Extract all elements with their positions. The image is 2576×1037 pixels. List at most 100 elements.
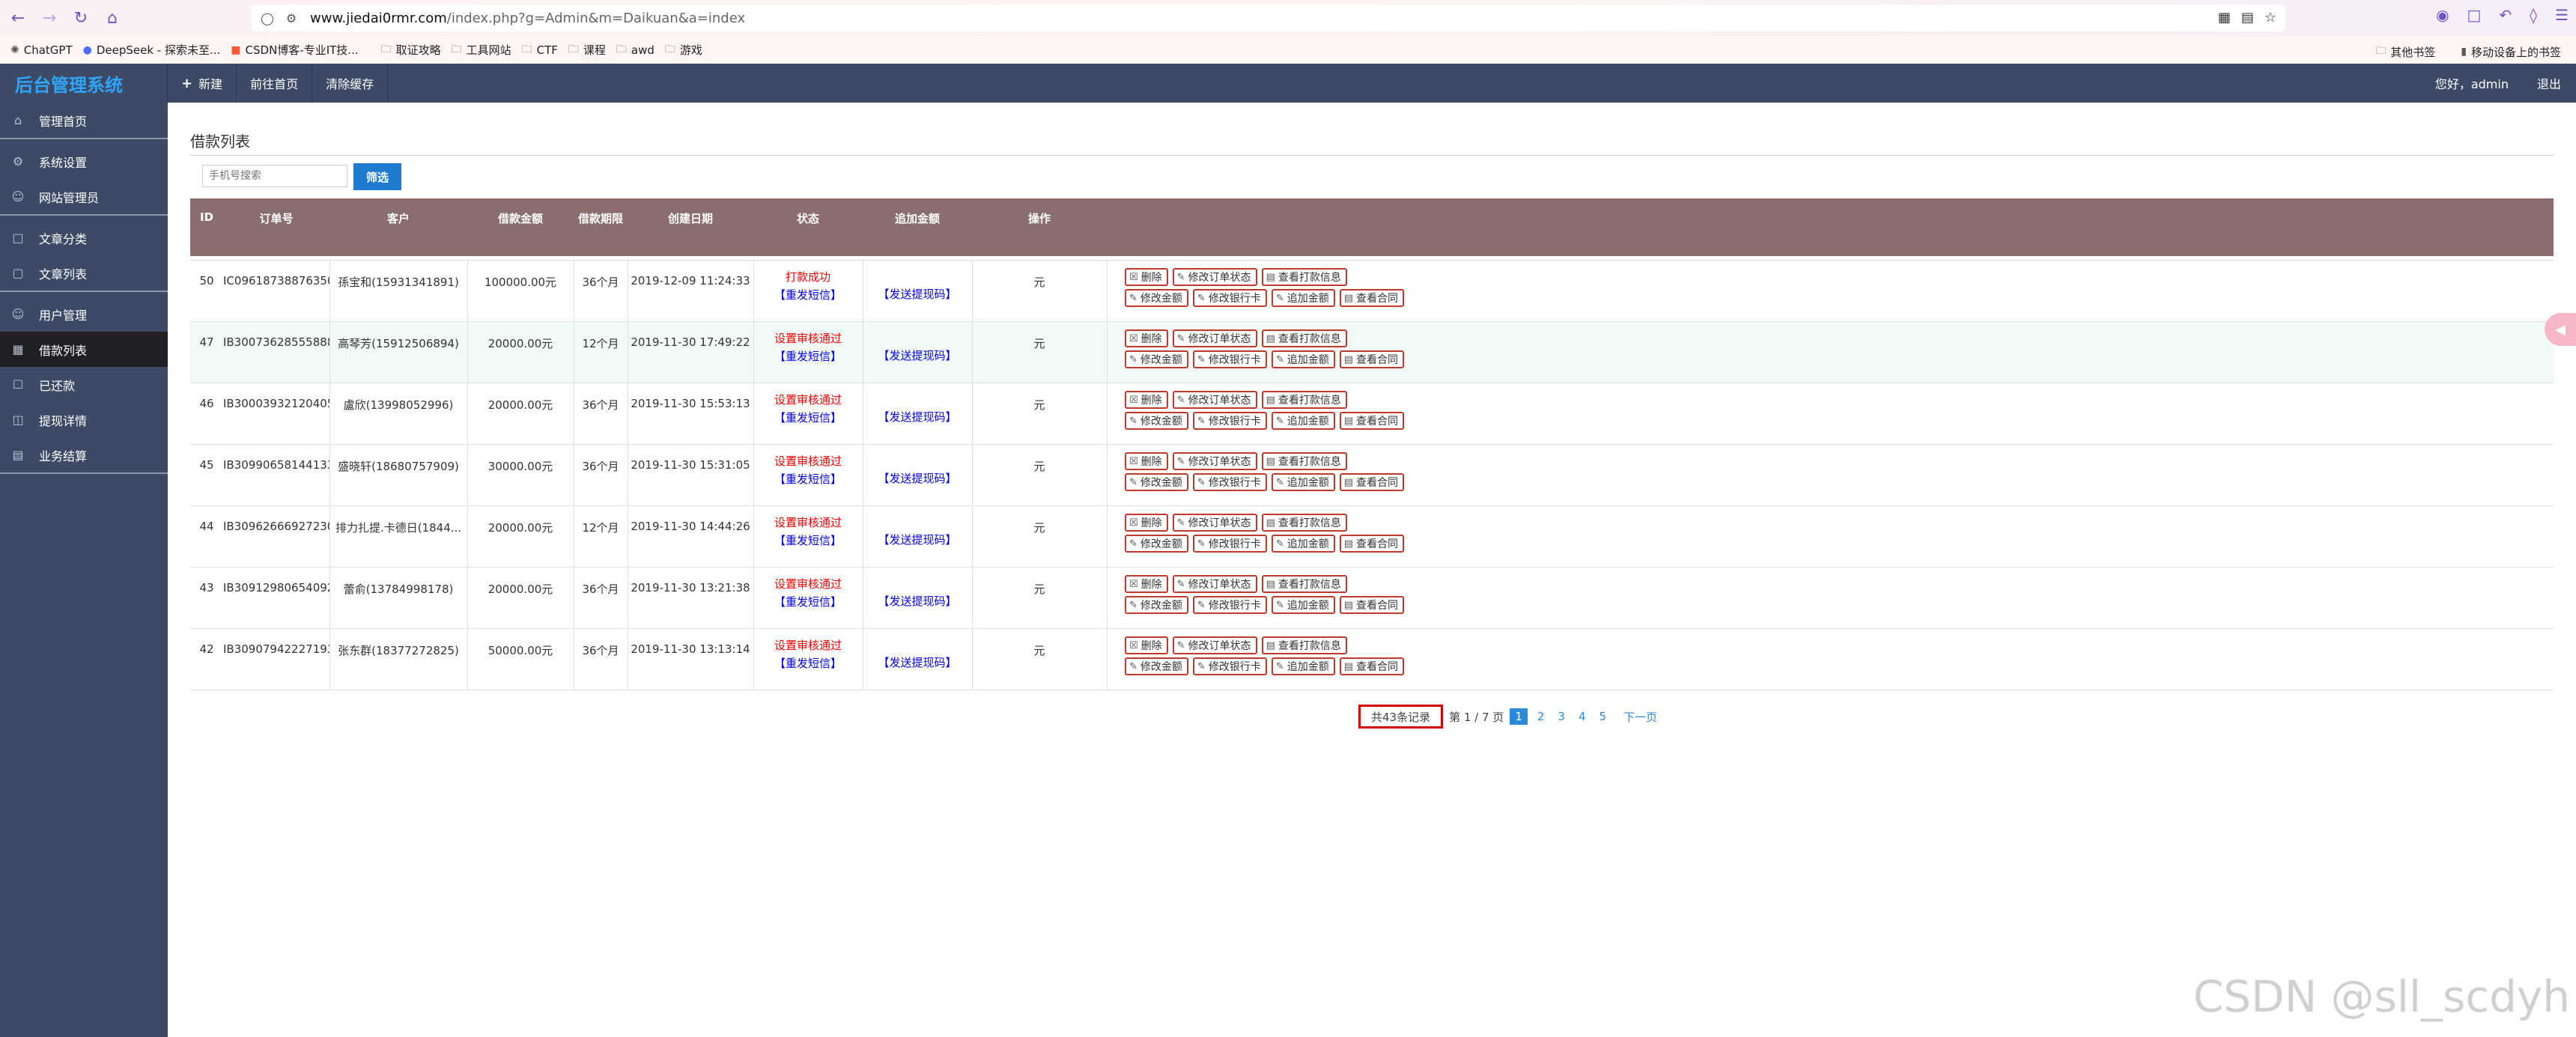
action-button[interactable]: ☒ 删除 — [1125, 391, 1168, 409]
crop-icon[interactable]: □ — [2467, 6, 2482, 24]
action-button[interactable]: ▤ 查看合同 — [1339, 350, 1405, 368]
action-button[interactable]: ▤ 查看合同 — [1339, 473, 1405, 491]
action-button[interactable]: ▤ 查看合同 — [1339, 596, 1405, 614]
extensions-icon[interactable]: ◊ — [2530, 6, 2537, 24]
resend-sms-link[interactable]: 【重发短信】 — [753, 347, 863, 365]
sidebar-item-settings[interactable]: ⚙ 系统设置 — [0, 144, 168, 179]
action-button[interactable]: ☒ 删除 — [1125, 514, 1168, 532]
send-withdraw-code-link[interactable]: 【发送提现码】 — [863, 409, 972, 425]
reader-icon[interactable]: ▤ — [2241, 10, 2254, 25]
sidebar-item-users[interactable]: ☺ 用户管理 — [0, 296, 168, 332]
qr-code-icon[interactable]: ▦ — [2218, 10, 2231, 25]
action-button[interactable]: ☒ 删除 — [1125, 268, 1168, 286]
action-button[interactable]: ▤ 查看打款信息 — [1261, 329, 1347, 347]
send-withdraw-code-link[interactable]: 【发送提现码】 — [863, 470, 972, 486]
action-button[interactable]: ✎ 修改银行卡 — [1192, 473, 1267, 491]
bookmark-other[interactable]: 🗀 其他书签 — [2375, 43, 2435, 61]
action-button[interactable]: ☒ 删除 — [1125, 575, 1168, 593]
send-withdraw-code-link[interactable]: 【发送提现码】 — [863, 654, 972, 670]
action-button[interactable]: ✎ 修改订单状态 — [1172, 329, 1257, 347]
action-button[interactable]: ▤ 查看打款信息 — [1261, 452, 1347, 470]
page-link[interactable]: 5 — [1600, 710, 1607, 723]
action-button[interactable]: ✎ 修改订单状态 — [1172, 514, 1257, 532]
action-button[interactable]: ✎ 修改订单状态 — [1172, 575, 1257, 593]
menu-icon[interactable]: ☰ — [2555, 6, 2569, 24]
undo-icon[interactable]: ↶ — [2499, 6, 2512, 24]
action-button[interactable]: ✎ 追加金额 — [1271, 350, 1335, 368]
action-button[interactable]: ✎ 修改金额 — [1125, 657, 1188, 675]
bookmark-chatgpt[interactable]: ✺ ChatGPT — [10, 43, 73, 57]
action-button[interactable]: ☒ 删除 — [1125, 329, 1168, 347]
action-button[interactable]: ✎ 追加金额 — [1271, 412, 1335, 430]
filter-button[interactable]: 筛选 — [353, 163, 401, 190]
action-button[interactable]: ▤ 查看合同 — [1339, 657, 1405, 675]
bookmark-csdn[interactable]: ■ CSDN博客-专业IT技... — [231, 42, 358, 58]
reload-icon[interactable]: ↻ — [67, 4, 94, 31]
action-button[interactable]: ✎ 修改金额 — [1125, 473, 1188, 491]
forward-icon[interactable]: → — [36, 4, 63, 31]
action-button[interactable]: ✎ 修改金额 — [1125, 535, 1188, 553]
bookmark-mobile[interactable]: ▮ 移动设备上的书签 — [2461, 43, 2561, 61]
address-bar[interactable]: ◯ ⚙ www.jiedai0rmr.com/index.php?g=Admin… — [252, 4, 2285, 31]
bookmark-folder[interactable]: 🗀 课程 — [568, 41, 606, 59]
site-info-icon[interactable]: ⚙ — [283, 10, 300, 26]
bookmark-folder[interactable]: 🗀 awd — [616, 41, 654, 59]
action-button[interactable]: ✎ 修改订单状态 — [1172, 268, 1257, 286]
action-button[interactable]: ✎ 修改金额 — [1125, 350, 1188, 368]
action-button[interactable]: ✎ 追加金额 — [1271, 657, 1335, 675]
page-link[interactable]: 2 — [1537, 710, 1545, 723]
send-withdraw-code-link[interactable]: 【发送提现码】 — [863, 347, 972, 363]
page-current[interactable]: 1 — [1510, 708, 1528, 725]
action-button[interactable]: ✎ 修改金额 — [1125, 289, 1188, 307]
sidebar-item-article-list[interactable]: ▢ 文章列表 — [0, 255, 168, 291]
brand-title[interactable]: 后台管理系统 — [0, 64, 168, 103]
sidebar-item-settlement[interactable]: ▤ 业务结算 — [0, 437, 168, 472]
page-link[interactable]: 3 — [1558, 710, 1565, 723]
action-button[interactable]: ▤ 查看打款信息 — [1261, 636, 1347, 654]
action-button[interactable]: ▤ 查看打款信息 — [1261, 391, 1347, 409]
sidebar-item-article-category[interactable]: □ 文章分类 — [0, 220, 168, 255]
page-link[interactable]: 4 — [1579, 710, 1586, 723]
action-button[interactable]: ✎ 追加金额 — [1271, 473, 1335, 491]
send-withdraw-code-link[interactable]: 【发送提现码】 — [863, 532, 972, 547]
action-button[interactable]: ✎ 修改银行卡 — [1192, 289, 1267, 307]
bookmark-folder[interactable]: 🗀 CTF — [522, 41, 558, 59]
sidebar-item-home[interactable]: ⌂ 管理首页 — [0, 103, 168, 138]
clear-cache-button[interactable]: 清除缓存 — [312, 64, 389, 103]
translate-float-icon[interactable]: ◀ — [2545, 313, 2576, 346]
star-icon[interactable]: ☆ — [2264, 10, 2276, 25]
action-button[interactable]: ✎ 追加金额 — [1271, 535, 1335, 553]
resend-sms-link[interactable]: 【重发短信】 — [753, 593, 863, 611]
action-button[interactable]: ✎ 修改银行卡 — [1192, 350, 1267, 368]
action-button[interactable]: ✎ 修改银行卡 — [1192, 412, 1267, 430]
action-button[interactable]: ✎ 修改订单状态 — [1172, 452, 1257, 470]
sidebar-item-admins[interactable]: ☺ 网站管理员 — [0, 179, 168, 214]
action-button[interactable]: ✎ 修改银行卡 — [1192, 535, 1267, 553]
action-button[interactable]: ☒ 删除 — [1125, 636, 1168, 654]
action-button[interactable]: ✎ 修改金额 — [1125, 412, 1188, 430]
action-button[interactable]: ✎ 修改订单状态 — [1172, 391, 1257, 409]
sidebar-item-loans[interactable]: ▦ 借款列表 — [0, 332, 168, 367]
logout-link[interactable]: 退出 — [2537, 74, 2561, 92]
resend-sms-link[interactable]: 【重发短信】 — [753, 470, 863, 488]
home-icon[interactable]: ⌂ — [99, 4, 126, 31]
bookmark-folder[interactable]: 🗀 游戏 — [665, 41, 702, 59]
new-button[interactable]: + 新建 — [168, 64, 237, 103]
next-page-link[interactable]: 下一页 — [1623, 709, 1657, 725]
send-withdraw-code-link[interactable]: 【发送提现码】 — [863, 593, 972, 609]
bookmark-deepseek[interactable]: ● DeepSeek - 探索未至... — [83, 42, 221, 58]
sidebar-item-withdraw[interactable]: ◫ 提现详情 — [0, 402, 168, 437]
action-button[interactable]: ✎ 修改银行卡 — [1192, 596, 1267, 614]
action-button[interactable]: ▤ 查看打款信息 — [1261, 514, 1347, 532]
resend-sms-link[interactable]: 【重发短信】 — [753, 286, 863, 304]
action-button[interactable]: ✎ 修改金额 — [1125, 596, 1188, 614]
action-button[interactable]: ✎ 追加金额 — [1271, 596, 1335, 614]
action-button[interactable]: ▤ 查看合同 — [1339, 535, 1405, 553]
resend-sms-link[interactable]: 【重发短信】 — [753, 654, 863, 672]
phone-search-input[interactable] — [202, 165, 347, 187]
action-button[interactable]: ▤ 查看打款信息 — [1261, 575, 1347, 593]
account-icon[interactable]: ◉ — [2436, 6, 2449, 24]
back-icon[interactable]: ← — [4, 4, 31, 31]
go-home-button[interactable]: 前往首页 — [237, 64, 313, 103]
sidebar-item-repaid[interactable]: ☐ 已还款 — [0, 367, 168, 402]
